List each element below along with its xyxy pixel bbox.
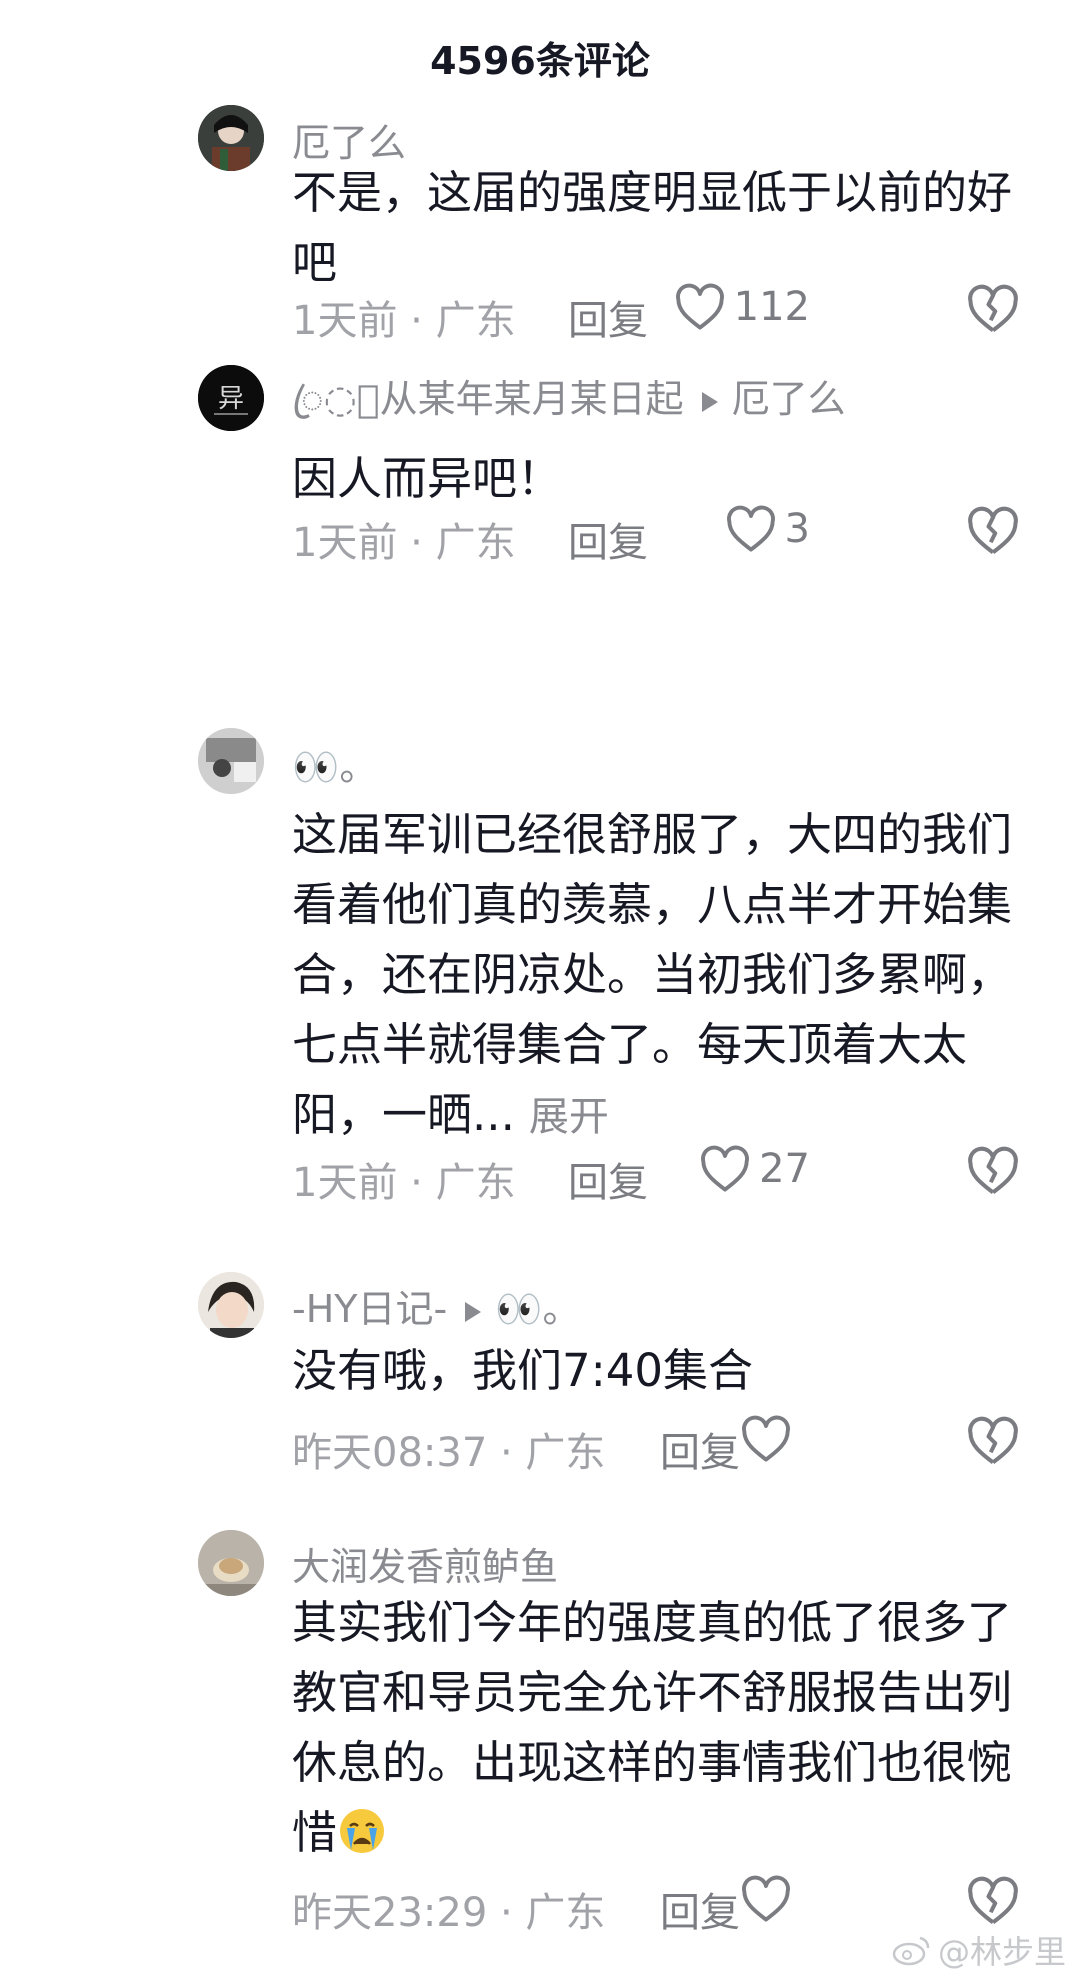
broken-heart-icon[interactable]: [966, 1414, 1020, 1468]
comment-text: 其实我们今年的强度真的低了很多了 教官和导员完全允许不舒服报告出列休息的。出现这…: [292, 1588, 1032, 1868]
broken-heart-icon[interactable]: [966, 1874, 1020, 1928]
comment-time-location: 1天前 · 广东: [292, 1160, 516, 1206]
comment-text: 没有哦，我们7:40集合: [292, 1344, 754, 1397]
like-count: 3: [784, 506, 810, 552]
comment-username[interactable]: 👀。: [292, 736, 377, 791]
comment-item: 大润发香煎鲈鱼 其实我们今年的强度真的低了很多了 教官和导员完全允许不舒服报告出…: [0, 1530, 1080, 1980]
expand-button[interactable]: 展开: [529, 1094, 609, 1140]
like-button[interactable]: 27: [699, 1142, 810, 1196]
broken-heart-icon[interactable]: [966, 1144, 1020, 1198]
comment-body: 其实我们今年的强度真的低了很多了 教官和导员完全允许不舒服报告出列休息的。出现这…: [292, 1596, 1013, 1859]
reply-button[interactable]: 回复: [568, 510, 648, 568]
avatar[interactable]: 异: [198, 365, 264, 431]
heart-outline-icon: [726, 505, 775, 552]
username-text: -HY日记-: [292, 1287, 448, 1331]
comment-time-location: 昨天23:29 · 广东: [292, 1890, 606, 1936]
like-button[interactable]: [740, 1872, 810, 1926]
reply-button[interactable]: 回复: [568, 1150, 648, 1208]
comment-text: 这届军训已经很舒服了，大四的我们看着他们真的羡慕，八点半才开始集合，还在阴凉处。…: [292, 800, 1032, 1152]
reply-button[interactable]: 回复: [660, 1420, 740, 1478]
avatar[interactable]: [198, 1272, 264, 1338]
heart-outline-icon: [701, 1145, 750, 1192]
avatar[interactable]: [198, 1530, 264, 1596]
comment-item: 厄了么 不是，这届的强度明显低于以前的好吧 1天前 · 广东 回复 112: [0, 100, 1080, 344]
crying-face-icon: [340, 1809, 385, 1853]
username-text: ꦿ◌゚从某年某月某日起: [292, 377, 684, 421]
comment-username[interactable]: 大润发香煎鲈鱼: [292, 1536, 558, 1591]
heart-outline-icon: [742, 1415, 790, 1462]
avatar[interactable]: [198, 728, 264, 794]
broken-heart-icon[interactable]: [966, 282, 1020, 336]
reply-button[interactable]: 回复: [568, 288, 648, 346]
broken-heart-icon[interactable]: [966, 504, 1020, 558]
comment-time-location: 1天前 · 广东: [292, 520, 516, 566]
comment-username[interactable]: ꦿ◌゚从某年某月某日起 厄了么: [292, 368, 846, 447]
comment-time-location: 1天前 · 广东: [292, 298, 516, 344]
heart-outline-icon: [675, 283, 724, 330]
like-button[interactable]: 3: [725, 502, 810, 556]
watermark-text: @林步里: [937, 1933, 1066, 1971]
avatar[interactable]: [198, 105, 264, 171]
comment-username[interactable]: -HY日记- 👀。: [292, 1278, 581, 1333]
like-count: 27: [759, 1146, 810, 1192]
heart-outline-icon: [742, 1875, 790, 1922]
comment-text: 不是，这届的强度明显低于以前的好吧: [292, 166, 1013, 289]
comment-item: 👀。 这届军训已经很舒服了，大四的我们看着他们真的羡慕，八点半才开始集合，还在阴…: [0, 728, 1080, 1228]
reply-button[interactable]: 回复: [660, 1880, 740, 1938]
reply-to-name: 👀。: [495, 1287, 581, 1331]
like-button[interactable]: [740, 1412, 810, 1466]
svg-text:异: 异: [218, 384, 244, 414]
like-button[interactable]: 112: [674, 280, 810, 334]
reply-arrow-icon: [465, 1301, 482, 1322]
reply-arrow-icon: [701, 391, 718, 412]
comment-body: 这届军训已经很舒服了，大四的我们看着他们真的羡慕，八点半才开始集合，还在阴凉处。…: [292, 808, 1013, 1141]
comment-item: -HY日记- 👀。 没有哦，我们7:40集合 昨天08:37 · 广东 回复: [0, 1272, 1080, 1492]
comment-item: 异 ꦿ◌゚从某年某月某日起 厄了么 因人而异吧！ 1天前 · 广东 回复 3: [0, 360, 1080, 566]
comment-text: 因人而异吧！: [292, 452, 563, 505]
comment-time-location: 昨天08:37 · 广东: [292, 1430, 606, 1476]
weibo-logo-icon: [892, 1936, 930, 1966]
reply-to-name: 厄了么: [731, 377, 846, 421]
like-count: 112: [733, 284, 810, 330]
comment-count-title: 4596条评论: [430, 39, 650, 83]
watermark: @林步里: [892, 1927, 1066, 1973]
